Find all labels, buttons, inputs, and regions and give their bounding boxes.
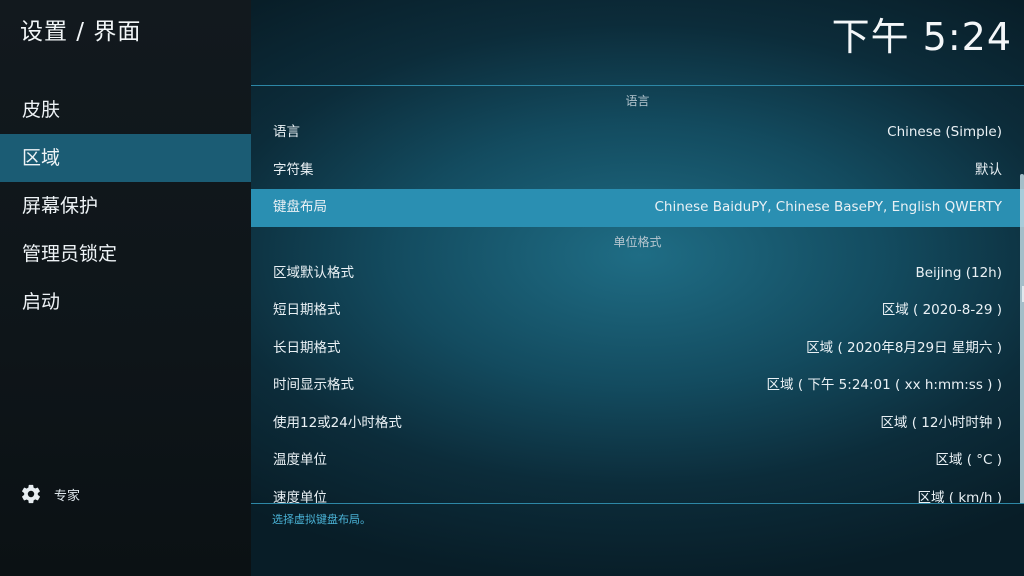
setting-value: 区域 ( 2020-8-29 ) <box>881 302 1002 318</box>
sidebar: 设置 / 界面 皮肤 区域 屏幕保护 管理员锁定 启动 专家 <box>0 0 251 576</box>
page-title: 设置 / 界面 <box>20 19 142 45</box>
setting-row-temperature-unit[interactable]: 温度单位 区域 ( °C ) <box>251 442 1024 480</box>
setting-row-region-default-format[interactable]: 区域默认格式 Beijing (12h) <box>251 255 1024 293</box>
setting-label: 区域默认格式 <box>273 264 354 281</box>
setting-label: 字符集 <box>273 161 314 178</box>
setting-label: 语言 <box>273 124 300 140</box>
section-header-unit-format: 单位格式 <box>613 234 662 249</box>
setting-row-12-24-hour[interactable]: 使用12或24小时格式 区域 ( 12小时时钟 ) <box>251 405 1024 443</box>
footer: 选择虚拟键盘布局。 <box>251 503 1024 576</box>
screen: 设置 / 界面 皮肤 区域 屏幕保护 管理员锁定 启动 专家 下午 5:24 语… <box>0 0 1024 576</box>
setting-row-time-format[interactable]: 时间显示格式 区域 ( 下午 5:24:01 ( xx h:mm:ss ) ) <box>251 367 1024 405</box>
sidebar-item-startup[interactable]: 启动 <box>0 278 251 326</box>
setting-row-language[interactable]: 语言 Chinese (Simple) <box>251 114 1024 152</box>
sidebar-nav: 皮肤 区域 屏幕保护 管理员锁定 启动 <box>0 86 251 326</box>
scrollbar[interactable] <box>1020 174 1024 504</box>
gear-icon <box>22 484 40 504</box>
setting-label: 短日期格式 <box>273 302 341 318</box>
section-header-language: 语言 <box>625 94 650 108</box>
setting-value: 区域 ( 下午 5:24:01 ( xx h:mm:ss ) ) <box>766 377 1002 393</box>
setting-value: Chinese (Simple) <box>887 124 1002 140</box>
setting-label: 使用12或24小时格式 <box>273 414 402 431</box>
setting-row-long-date-format[interactable]: 长日期格式 区域 ( 2020年8月29日 星期六 ) <box>251 330 1024 368</box>
settings-level-button[interactable]: 专家 <box>20 481 80 507</box>
setting-value: 区域 ( km/h ) <box>917 489 1002 505</box>
setting-value: Chinese BaiduPY, Chinese BasePY, English… <box>654 199 1002 215</box>
sidebar-item-screensaver[interactable]: 屏幕保护 <box>0 182 251 230</box>
setting-label: 键盘布局 <box>273 199 327 215</box>
setting-label: 温度单位 <box>273 452 327 468</box>
setting-row-short-date-format[interactable]: 短日期格式 区域 ( 2020-8-29 ) <box>251 292 1024 330</box>
setting-label: 时间显示格式 <box>273 377 354 393</box>
sidebar-item-skin[interactable]: 皮肤 <box>0 86 251 134</box>
clock: 下午 5:24 <box>831 15 1012 59</box>
setting-row-speed-unit[interactable]: 速度单位 区域 ( km/h ) <box>251 480 1024 505</box>
settings-panel: 语言 语言 Chinese (Simple) 字符集 默认 键盘布局 Chine… <box>251 85 1024 504</box>
settings-level-label: 专家 <box>54 488 81 504</box>
setting-label: 长日期格式 <box>273 339 341 356</box>
setting-value: 区域 ( °C ) <box>935 452 1002 468</box>
sidebar-item-region[interactable]: 区域 <box>0 134 251 182</box>
setting-value: Beijing (12h) <box>915 264 1002 281</box>
setting-value: 区域 ( 2020年8月29日 星期六 ) <box>806 339 1002 356</box>
setting-value: 区域 ( 12小时时钟 ) <box>880 414 1002 431</box>
setting-value: 默认 <box>975 161 1002 178</box>
setting-label: 速度单位 <box>273 489 327 505</box>
setting-row-charset[interactable]: 字符集 默认 <box>251 152 1024 190</box>
setting-description: 选择虚拟键盘布局。 <box>272 513 371 526</box>
setting-row-keyboard-layout[interactable]: 键盘布局 Chinese BaiduPY, Chinese BasePY, En… <box>251 189 1024 227</box>
sidebar-item-master-lock[interactable]: 管理员锁定 <box>0 230 251 278</box>
